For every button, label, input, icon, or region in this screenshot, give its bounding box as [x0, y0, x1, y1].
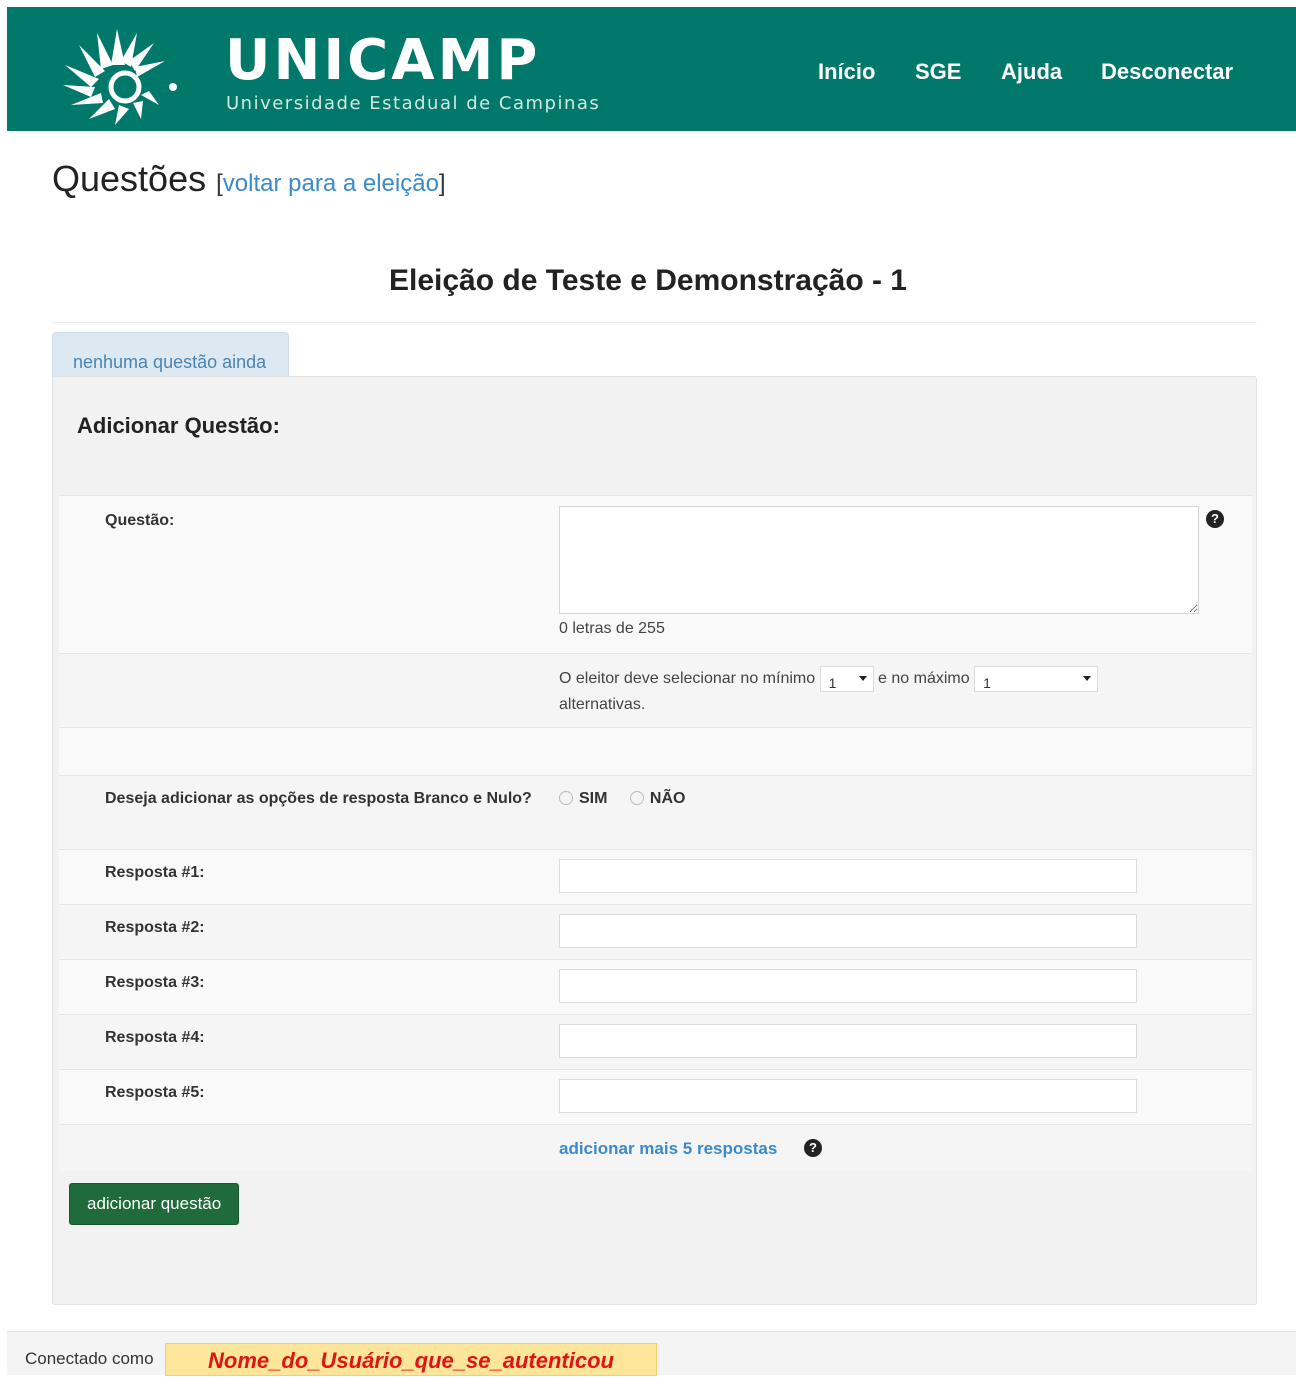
- add-question-button[interactable]: adicionar questão: [69, 1183, 240, 1225]
- response-input-2[interactable]: [559, 914, 1137, 948]
- radio-circle-icon[interactable]: [559, 791, 573, 805]
- min-select[interactable]: 1: [819, 666, 874, 692]
- response-row: Resposta #4:: [59, 1014, 1252, 1069]
- user-name-badge: Nome_do_Usuário_que_se_autenticou: [165, 1343, 657, 1376]
- radio-sim-label: SIM: [579, 790, 608, 807]
- chevron-down-icon: [858, 676, 867, 681]
- chevron-down-icon: [1083, 676, 1092, 681]
- response-input-1[interactable]: [559, 859, 1137, 893]
- response-label: Resposta #5:: [105, 1084, 205, 1101]
- radio-sim[interactable]: SIM: [559, 790, 607, 807]
- radio-nao-label: NÃO: [649, 790, 686, 807]
- connected-as-label: Conectado como: [25, 1349, 154, 1368]
- minmax-text: O eleitor deve selecionar no mínimo 1 e …: [559, 666, 1179, 718]
- radio-nao[interactable]: NÃO: [629, 790, 686, 807]
- bracket-open: [: [216, 170, 223, 197]
- add-question-panel: Adicionar Questão: Questão: ? 0 letras d…: [52, 376, 1257, 1305]
- back-link-wrapper: [voltar para a eleição]: [216, 170, 445, 197]
- brand-subtitle: Universidade Estadual de Campinas: [226, 93, 601, 114]
- radio-circle-icon[interactable]: [629, 791, 644, 805]
- minmax-row: O eleitor deve selecionar no mínimo 1 e …: [59, 653, 1252, 727]
- response-input-4[interactable]: [559, 1024, 1137, 1058]
- election-title: Eleição de Teste e Demonstração - 1: [389, 264, 907, 297]
- nav-desconectar[interactable]: Desconectar: [1101, 59, 1233, 85]
- char-counter: 0 letras de 255: [559, 620, 665, 637]
- brand-name: UNICAMP: [225, 28, 541, 93]
- top-header: UNICAMP Universidade Estadual de Campina…: [7, 7, 1296, 131]
- question-label: Questão:: [105, 512, 175, 529]
- page-title-text: Questões: [52, 158, 207, 199]
- response-label: Resposta #3:: [105, 974, 205, 991]
- unicamp-logo-icon[interactable]: [55, 21, 179, 127]
- bracket-close: ]: [438, 170, 446, 197]
- response-label: Resposta #4:: [105, 1029, 205, 1046]
- minmax-prefix: O eleitor deve selecionar no mínimo: [559, 670, 816, 688]
- add-more-responses-link[interactable]: adicionar mais 5 respostas: [559, 1139, 777, 1159]
- question-row: Questão: ? 0 letras de 255: [59, 495, 1252, 653]
- response-row: Resposta #1:: [59, 849, 1252, 904]
- panel-heading: Adicionar Questão:: [77, 413, 280, 438]
- minmax-middle: e no máximo: [878, 670, 970, 688]
- tab-no-questions[interactable]: nenhuma questão ainda: [52, 332, 289, 378]
- blank-null-label: Deseja adicionar as opções de resposta B…: [105, 790, 532, 807]
- min-value: 1: [828, 675, 837, 691]
- max-value: 1: [983, 675, 991, 691]
- page-title: Questões [voltar para a eleição]: [52, 158, 446, 200]
- help-icon[interactable]: ?: [1206, 510, 1224, 528]
- blank-null-row: Deseja adicionar as opções de resposta B…: [59, 775, 1252, 849]
- help-icon[interactable]: ?: [804, 1139, 822, 1157]
- response-input-5[interactable]: [559, 1079, 1137, 1113]
- blank-null-options: SIM NÃO: [559, 790, 685, 808]
- minmax-suffix: alternativas.: [559, 696, 646, 714]
- question-textarea[interactable]: [559, 506, 1199, 614]
- response-input-3[interactable]: [559, 969, 1137, 1003]
- more-responses-row: adicionar mais 5 respostas ?: [59, 1124, 1252, 1171]
- response-row: Resposta #2:: [59, 904, 1252, 959]
- divider: [52, 322, 1257, 323]
- nav-ajuda[interactable]: Ajuda: [1001, 59, 1062, 85]
- nav-sge[interactable]: SGE: [915, 59, 961, 85]
- max-select[interactable]: 1: [974, 666, 1099, 692]
- response-label: Resposta #1:: [105, 864, 205, 881]
- nav-inicio[interactable]: Início: [818, 59, 875, 85]
- response-row: Resposta #3:: [59, 959, 1252, 1014]
- back-to-election-link[interactable]: voltar para a eleição: [223, 170, 439, 197]
- footer: Conectado como Nome_do_Usuário_que_se_au…: [7, 1331, 1296, 1376]
- response-row: Resposta #5:: [59, 1069, 1252, 1124]
- response-label: Resposta #2:: [105, 919, 205, 936]
- spacer-row: [59, 727, 1252, 775]
